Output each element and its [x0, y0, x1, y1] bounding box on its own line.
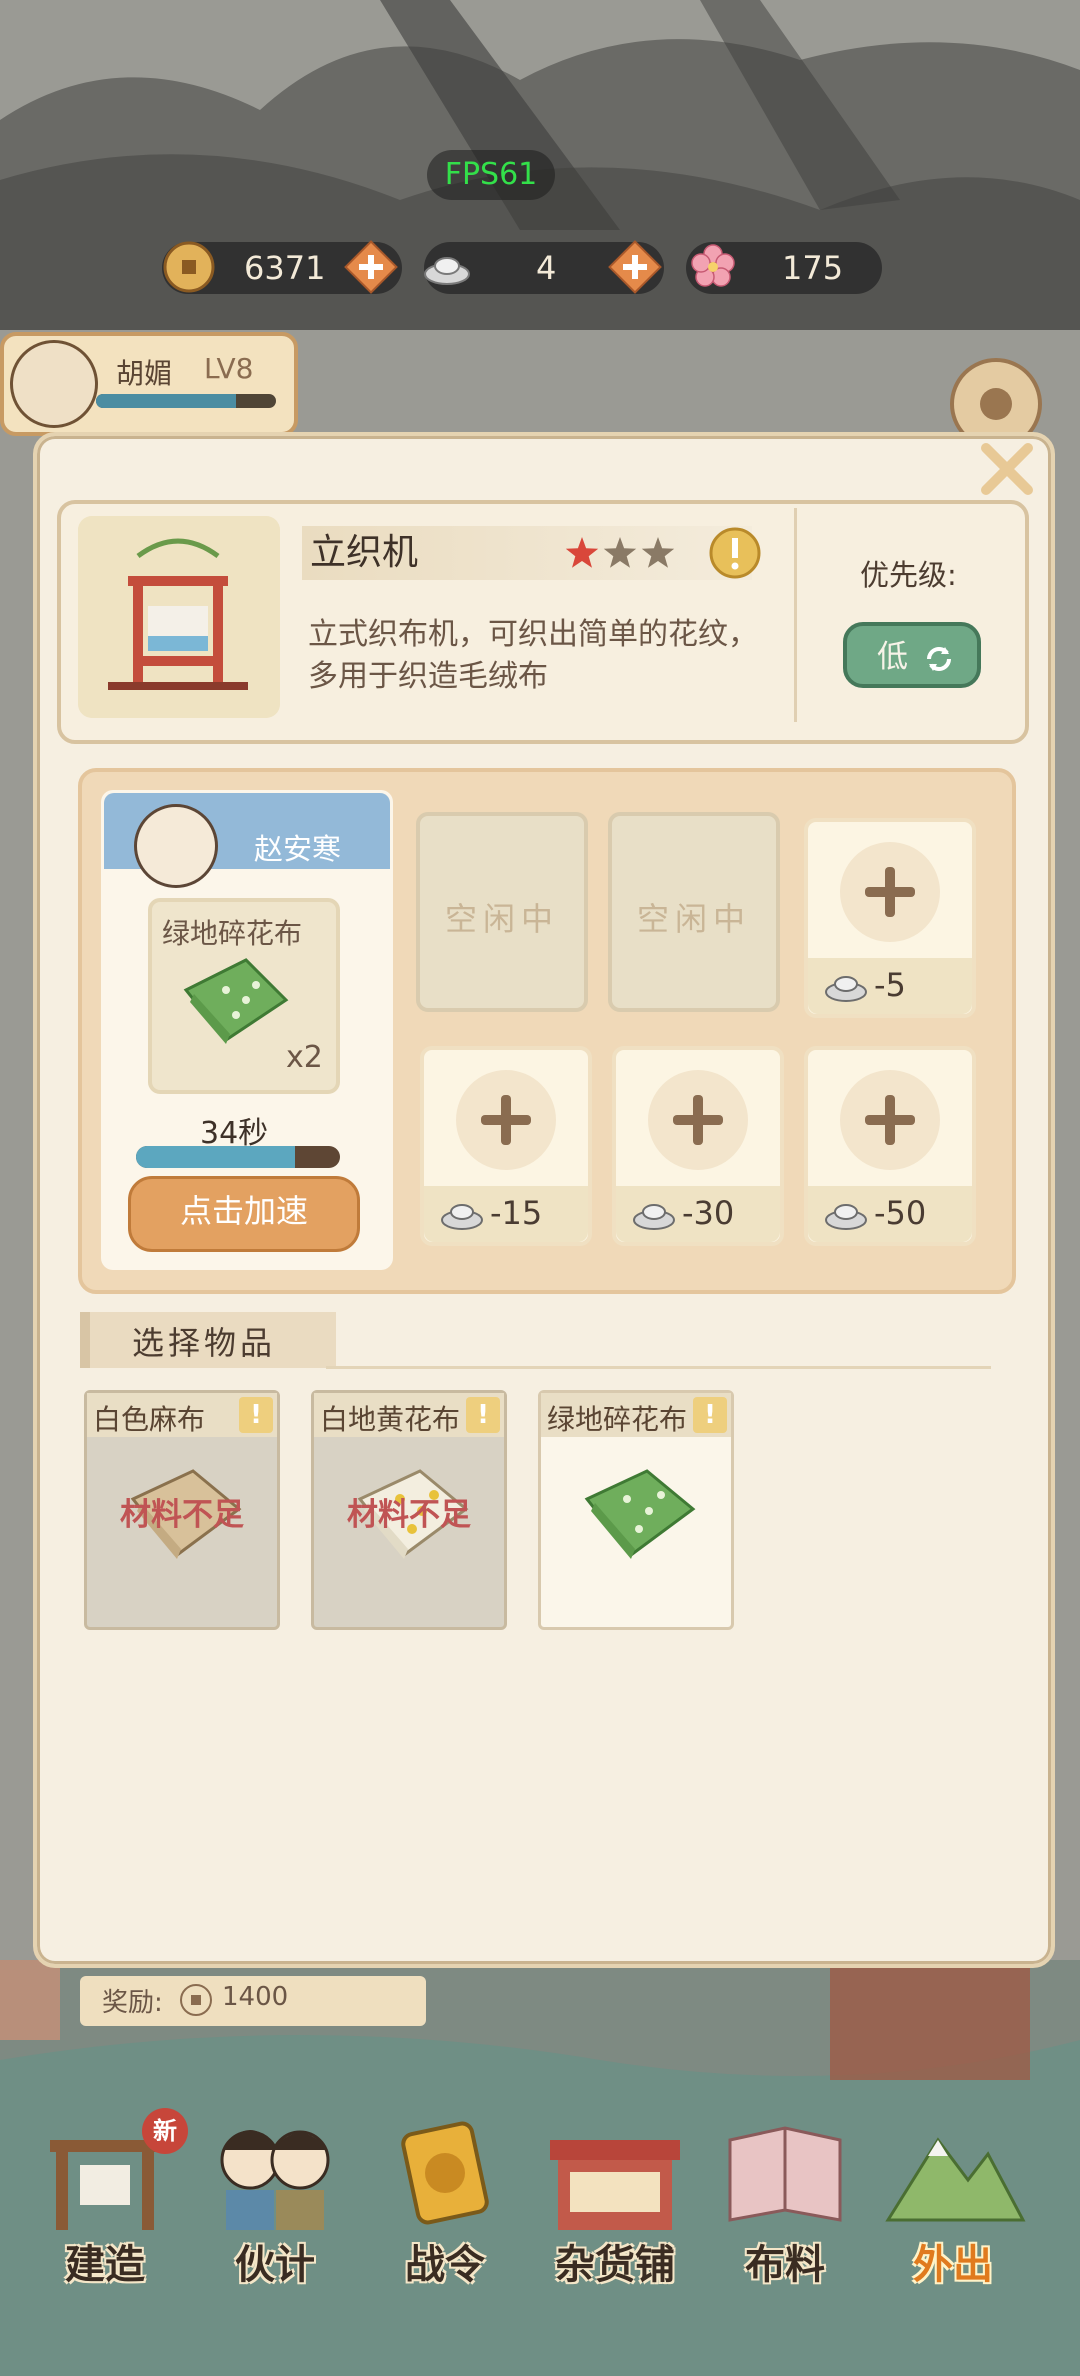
item-card-white-linen[interactable]: 白色麻布 ! 材料不足 [84, 1390, 280, 1630]
coin-value: 6371 [244, 249, 326, 287]
store-icon [550, 2140, 680, 2230]
silver-counter: 4 [424, 240, 664, 294]
idle-label: 空闲中 [444, 900, 559, 938]
unlock-slot-button[interactable]: -15 [420, 1046, 592, 1246]
item-card-yellow-floral[interactable]: 白地黄花布 ! 材料不足 [311, 1390, 507, 1630]
flower-counter: 175 [686, 242, 882, 294]
add-silver-button[interactable] [608, 240, 662, 294]
new-badge: 新 [142, 2108, 188, 2154]
flower-icon [691, 244, 735, 287]
reward-value: 1400 [222, 1982, 289, 2012]
machine-star-rating [565, 537, 675, 568]
divider [326, 1366, 991, 1369]
unlock-cost: -30 [682, 1194, 735, 1232]
plus-icon [481, 1095, 531, 1145]
mountain-travel-icon [885, 2137, 1026, 2222]
cycle-arrows-icon [927, 647, 951, 671]
coin-icon [163, 241, 215, 293]
select-item-title: 选择物品 [132, 1324, 277, 1362]
nav-label: 外出 [913, 2242, 993, 2288]
production-progress-fill [136, 1146, 296, 1168]
info-warning-icon[interactable] [708, 526, 762, 580]
fabric-book-icon [728, 2126, 842, 2222]
flower-value: 175 [782, 249, 844, 287]
nav-go-out[interactable]: 外出 [868, 2110, 1038, 2290]
coin-icon [180, 1984, 212, 2016]
fps-counter: FPS61 [427, 150, 555, 200]
nav-fabrics[interactable]: 布料 [700, 2110, 870, 2290]
add-coins-button[interactable] [344, 240, 398, 294]
player-profile[interactable]: 胡媚 LV8 [0, 332, 298, 436]
idle-label: 空闲中 [636, 900, 751, 938]
reward-label: 奖励: [102, 1988, 163, 2018]
star-empty-icon [641, 537, 675, 568]
silver-ingot-icon [825, 976, 867, 1002]
player-level: LV8 [204, 352, 254, 385]
star-empty-icon [603, 537, 637, 568]
unlock-cost: -15 [490, 1194, 543, 1232]
unlock-slot-button[interactable]: -30 [612, 1046, 784, 1246]
nav-label: 战令 [405, 2242, 485, 2288]
plus-icon [865, 867, 915, 917]
product-quantity: x2 [286, 1040, 323, 1075]
coin-counter: 6371 [162, 240, 402, 294]
player-name: 胡媚 [116, 357, 173, 390]
green-floral-cloth-icon [584, 1469, 696, 1559]
player-avatar[interactable] [10, 340, 98, 428]
silver-ingot-icon [633, 1204, 675, 1230]
nav-staff[interactable]: 伙计 [190, 2110, 360, 2290]
info-icon[interactable]: ! [466, 1397, 500, 1433]
loom-icon [78, 516, 280, 718]
unlock-slot-button[interactable]: -50 [804, 1046, 976, 1246]
plus-icon [673, 1095, 723, 1145]
silver-ingot-icon [424, 257, 470, 285]
nav-label: 杂货铺 [555, 2242, 675, 2288]
worker-name: 赵安寒 [254, 832, 342, 866]
worker-avatar[interactable] [134, 804, 218, 888]
silver-ingot-icon [825, 1204, 867, 1230]
player-xp-fill [96, 394, 237, 408]
info-icon[interactable]: ! [239, 1397, 273, 1433]
unlock-cost: -5 [874, 966, 906, 1004]
green-floral-cloth-icon [183, 958, 289, 1044]
item-name: 白色麻布 [93, 1403, 206, 1436]
unlock-slot-button[interactable]: -5 [804, 818, 976, 1018]
nav-general-store[interactable]: 杂货铺 [530, 2110, 700, 2290]
plus-icon [865, 1095, 915, 1145]
player-xp-bar [96, 394, 276, 408]
item-name: 白地黄花布 [320, 1403, 461, 1436]
insufficient-materials-label: 材料不足 [120, 1497, 244, 1533]
machine-name: 立织机 [310, 532, 419, 573]
silver-ingot-icon [441, 1204, 483, 1230]
priority-value: 低 [877, 639, 908, 675]
production-progress-bar [136, 1146, 340, 1168]
insufficient-materials-label: 材料不足 [347, 1497, 471, 1533]
speed-up-button[interactable]: 点击加速 [128, 1176, 360, 1252]
nav-label: 伙计 [235, 2242, 315, 2288]
unlock-cost: -50 [874, 1194, 927, 1232]
item-name: 绿地碎花布 [547, 1403, 688, 1436]
item-card-green-floral[interactable]: 绿地碎花布 ! [538, 1390, 734, 1630]
info-icon[interactable]: ! [693, 1397, 727, 1433]
priority-label: 优先级: [860, 558, 957, 592]
staff-icon [220, 2130, 330, 2230]
worker-slot-idle[interactable]: 空闲中 [608, 812, 780, 1012]
priority-toggle-button[interactable]: 低 [843, 622, 981, 688]
machine-description: 立式织布机，可织出简单的花纹，多用于织造毛绒布 [308, 617, 758, 694]
divider [794, 508, 797, 722]
worker-slot-idle[interactable]: 空闲中 [416, 812, 588, 1012]
star-filled-icon [565, 537, 599, 568]
nav-battle-pass[interactable]: 战令 [360, 2110, 530, 2290]
battle-pass-icon [401, 2121, 489, 2225]
product-name: 绿地碎花布 [162, 917, 303, 950]
close-icon[interactable] [978, 440, 1036, 498]
nav-label: 布料 [745, 2242, 825, 2288]
silver-value: 4 [536, 249, 557, 287]
nav-label: 建造 [65, 2242, 145, 2288]
